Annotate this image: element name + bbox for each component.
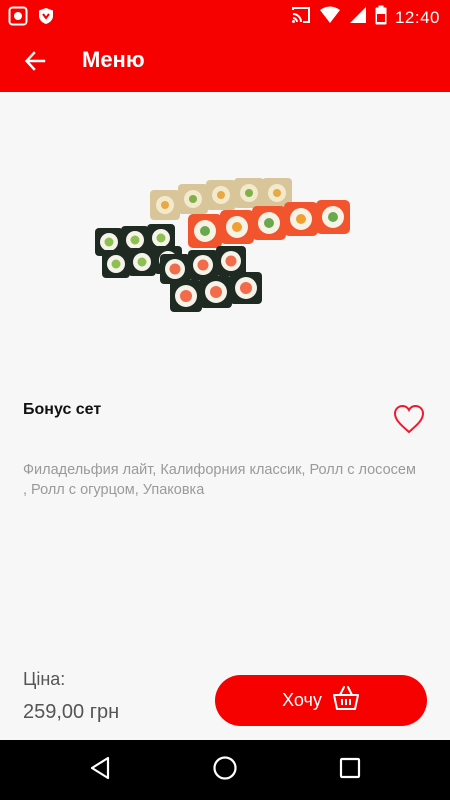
signal-icon bbox=[349, 6, 367, 29]
recents-square-icon bbox=[339, 757, 361, 784]
system-nav-bar bbox=[0, 740, 450, 800]
app-bar: Меню bbox=[0, 32, 450, 92]
back-triangle-icon bbox=[89, 756, 111, 785]
home-circle-icon bbox=[212, 755, 238, 786]
shield-icon bbox=[38, 7, 54, 30]
cast-icon bbox=[291, 6, 311, 29]
product-name: Бонус сет bbox=[23, 401, 102, 418]
nav-back-button[interactable] bbox=[85, 755, 115, 785]
want-button-label: Хочу bbox=[282, 690, 322, 710]
product-description: Филадельфия лайт, Калифорния классик, Ро… bbox=[23, 462, 416, 498]
back-button[interactable] bbox=[20, 48, 50, 78]
favorite-button[interactable] bbox=[392, 403, 426, 435]
status-time: 12:40 bbox=[394, 7, 440, 27]
nav-home-button[interactable] bbox=[210, 755, 240, 785]
product-image bbox=[90, 170, 360, 330]
basket-icon bbox=[332, 685, 360, 716]
nav-recents-button[interactable] bbox=[335, 755, 365, 785]
page-title: Меню bbox=[82, 47, 145, 72]
screen-record-icon bbox=[8, 6, 28, 31]
arrow-left-icon bbox=[24, 50, 46, 77]
want-button[interactable]: Хочу bbox=[215, 675, 427, 726]
price-label: Ціна: bbox=[23, 669, 66, 689]
status-bar: 12:40 bbox=[0, 0, 450, 32]
price-value: 259,00 грн bbox=[23, 701, 120, 723]
battery-icon bbox=[375, 5, 387, 30]
heart-outline-icon bbox=[392, 404, 426, 439]
wifi-icon bbox=[319, 6, 341, 29]
